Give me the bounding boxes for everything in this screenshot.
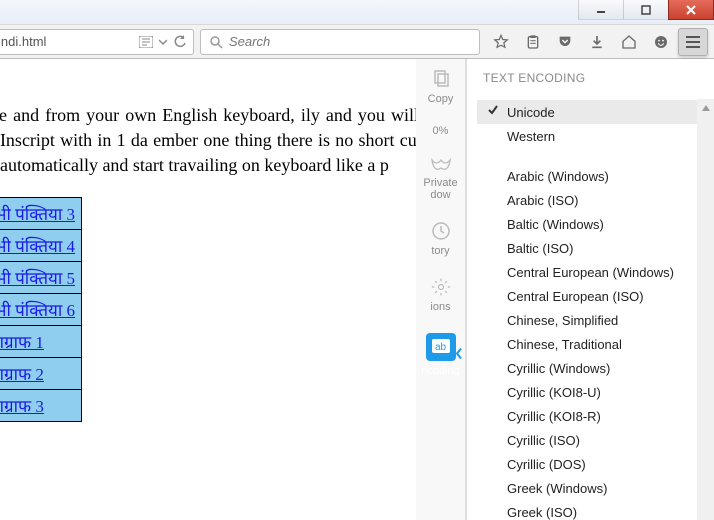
lesson-link[interactable]: पैराग्राफ 3 bbox=[0, 397, 44, 416]
window-minimize-button[interactable] bbox=[578, 0, 624, 20]
encoding-option-label: Greek (ISO) bbox=[507, 505, 577, 520]
encoding-option[interactable]: Western bbox=[477, 124, 712, 148]
menu-button[interactable] bbox=[678, 28, 708, 56]
mask-icon bbox=[430, 157, 452, 173]
encoding-option[interactable]: Baltic (ISO) bbox=[477, 236, 712, 260]
window-close-button[interactable] bbox=[668, 0, 714, 20]
pocket-icon[interactable] bbox=[550, 28, 580, 56]
menu-history[interactable]: tory bbox=[416, 211, 465, 267]
table-cell: सभी पंक्तिया 6 bbox=[0, 293, 82, 325]
encoding-option[interactable]: Cyrillic (KOI8-R) bbox=[477, 404, 712, 428]
encoding-option-label: Cyrillic (KOI8-U) bbox=[507, 385, 601, 400]
encoding-option[interactable]: Chinese, Traditional bbox=[477, 332, 712, 356]
encoding-option-label: Western bbox=[507, 129, 555, 144]
clipboard-icon[interactable] bbox=[518, 28, 548, 56]
menu-copy-label: Copy bbox=[428, 93, 454, 105]
table-cell: सभी पंक्तिया 3 bbox=[0, 197, 82, 229]
encoding-option[interactable]: Cyrillic (DOS) bbox=[477, 452, 712, 476]
menu-encoding-label: ncoding bbox=[421, 365, 460, 377]
home-icon[interactable] bbox=[614, 28, 644, 56]
scroll-up-icon[interactable] bbox=[697, 99, 714, 116]
lesson-link[interactable]: पैराग्राफ 1 bbox=[0, 333, 44, 352]
encoding-option[interactable]: Chinese, Simplified bbox=[477, 308, 712, 332]
check-icon bbox=[487, 104, 499, 119]
encoding-option-label: Arabic (Windows) bbox=[507, 169, 609, 184]
table-cell: सभी पंक्तिया 5 bbox=[0, 261, 82, 293]
encoding-list[interactable]: Unicode Western Arabic (Windows) Arabic (IS… bbox=[477, 99, 712, 520]
table-cell: पैराग्राफ 2 bbox=[0, 357, 82, 389]
menu-options-label: ions bbox=[430, 301, 450, 313]
encoding-option[interactable]: Baltic (Windows) bbox=[477, 212, 712, 236]
menu-options[interactable]: ions bbox=[416, 267, 465, 323]
window-titlebar bbox=[0, 0, 714, 24]
encoding-option-label: Cyrillic (ISO) bbox=[507, 433, 580, 448]
menu-copy[interactable]: Copy bbox=[416, 59, 465, 115]
encoding-option-label: Central European (Windows) bbox=[507, 265, 674, 280]
encoding-option[interactable]: Cyrillic (Windows) bbox=[477, 356, 712, 380]
reload-icon[interactable] bbox=[173, 35, 187, 49]
reader-mode-icon[interactable] bbox=[139, 36, 153, 48]
encoding-option-label: Baltic (ISO) bbox=[507, 241, 573, 256]
copy-icon bbox=[431, 69, 451, 89]
dropdown-history-icon[interactable] bbox=[159, 38, 167, 46]
encoding-panel-title: TEXT ENCODING bbox=[467, 59, 714, 97]
encoding-option-label: Baltic (Windows) bbox=[507, 217, 604, 232]
encoding-option[interactable]: Greek (ISO) bbox=[477, 500, 712, 520]
search-icon bbox=[209, 35, 223, 49]
encoding-option[interactable]: Cyrillic (ISO) bbox=[477, 428, 712, 452]
encoding-option[interactable]: Arabic (Windows) bbox=[477, 164, 712, 188]
search-input[interactable] bbox=[229, 34, 471, 49]
encoding-option-label: Central European (ISO) bbox=[507, 289, 644, 304]
lesson-link[interactable]: सभी पंक्तिया 4 bbox=[0, 237, 75, 256]
lesson-table: 9सभी पंक्तिया 3ली पंक्ति10सभी पंक्तिया 4… bbox=[0, 197, 82, 422]
encoding-option[interactable]: Cyrillic (KOI8-U) bbox=[477, 380, 712, 404]
encoding-option-label: Arabic (ISO) bbox=[507, 193, 579, 208]
window-maximize-button[interactable] bbox=[623, 0, 669, 20]
menu-zoom-label: 0% bbox=[433, 125, 449, 137]
encoding-option-label: Cyrillic (Windows) bbox=[507, 361, 610, 376]
lesson-link[interactable]: पैराग्राफ 2 bbox=[0, 365, 44, 384]
search-bar[interactable] bbox=[200, 29, 480, 55]
svg-text:ab: ab bbox=[435, 342, 447, 353]
table-cell: पैराग्राफ 3 bbox=[0, 389, 82, 421]
downloads-icon[interactable] bbox=[582, 28, 612, 56]
menu-history-label: tory bbox=[431, 245, 449, 257]
scrollbar[interactable] bbox=[697, 99, 714, 520]
lesson-link[interactable]: सभी पंक्तिया 3 bbox=[0, 205, 75, 224]
encoding-option[interactable]: Arabic (ISO) bbox=[477, 188, 712, 212]
encoding-option[interactable]: Central European (ISO) bbox=[477, 284, 712, 308]
menu-encoding[interactable]: ab ncoding bbox=[416, 323, 465, 387]
encoding-option-label: Greek (Windows) bbox=[507, 481, 607, 496]
encoding-option-label: Cyrillic (DOS) bbox=[507, 457, 586, 472]
browser-toolbar: indi.html bbox=[0, 24, 714, 59]
bookmark-star-icon[interactable] bbox=[486, 28, 516, 56]
hello-smiley-icon[interactable] bbox=[646, 28, 676, 56]
gear-icon bbox=[431, 277, 451, 297]
encoding-option-label: Unicode bbox=[507, 105, 555, 120]
encoding-option[interactable]: Greek (Windows) bbox=[477, 476, 712, 500]
table-cell: पैराग्राफ 1 bbox=[0, 325, 82, 357]
url-bar[interactable]: indi.html bbox=[0, 29, 194, 55]
menu-private[interactable]: Private dow bbox=[416, 147, 465, 211]
encoding-option[interactable]: Unicode bbox=[477, 100, 712, 124]
url-text: indi.html bbox=[0, 34, 133, 49]
menu-zoom[interactable]: 0% bbox=[416, 115, 465, 147]
encoding-option-label: Chinese, Simplified bbox=[507, 313, 618, 328]
menu-strip: Copy 0% Private dow tory ions ab ncoding bbox=[416, 59, 466, 520]
table-cell: सभी पंक्तिया 4 bbox=[0, 229, 82, 261]
lesson-link[interactable]: सभी पंक्तिया 6 bbox=[0, 301, 75, 320]
lesson-link[interactable]: सभी पंक्तिया 5 bbox=[0, 269, 75, 288]
clock-icon bbox=[431, 221, 451, 241]
chevron-left-icon bbox=[455, 348, 463, 363]
encoding-option-label: Chinese, Traditional bbox=[507, 337, 622, 352]
encoding-option[interactable]: Central European (Windows) bbox=[477, 260, 712, 284]
menu-private-label: Private dow bbox=[416, 177, 465, 201]
encoding-option-label: Cyrillic (KOI8-R) bbox=[507, 409, 601, 424]
encoding-icon: ab bbox=[426, 333, 456, 361]
body-paragraph: on-line and free and from your own Engli… bbox=[0, 59, 450, 197]
encoding-panel: TEXT ENCODING Unicode Western Arabic (Wind… bbox=[466, 59, 714, 520]
